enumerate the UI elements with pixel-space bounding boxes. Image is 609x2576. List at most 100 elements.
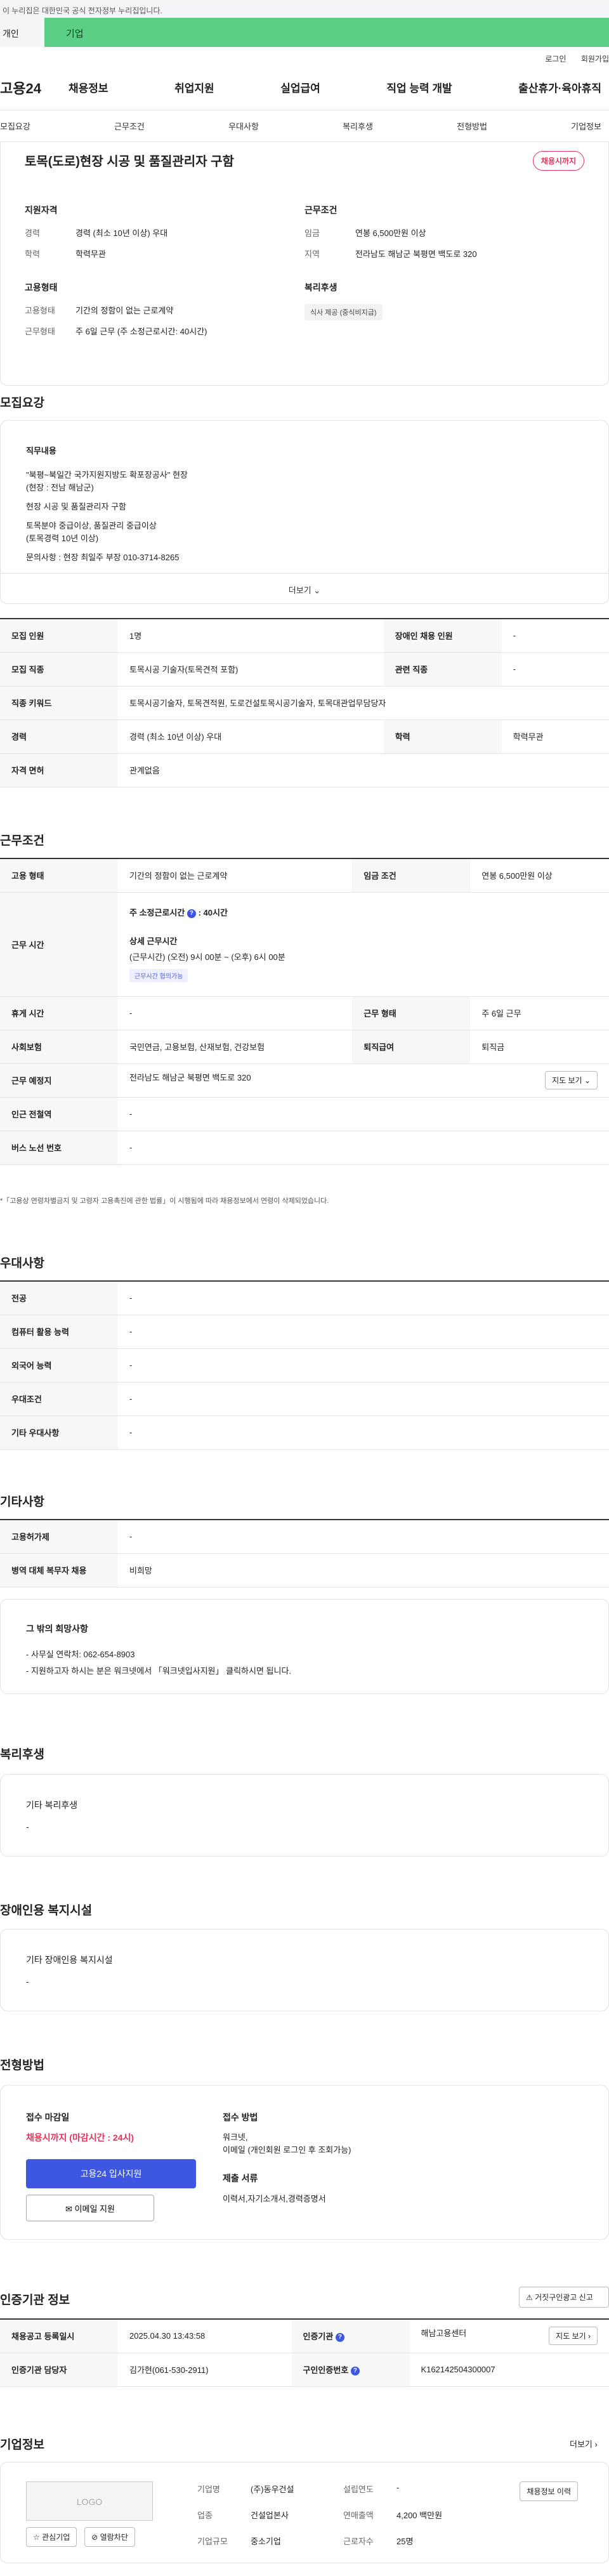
disabled-title: 장애인용 복지시설 (0, 1904, 93, 1917)
hours-detail-value: (근무시간) (오전) 9시 00분 ~ (오후) 6시 00분 (129, 952, 285, 962)
anchor-company[interactable]: 기업정보 (571, 120, 601, 132)
recruit-title: 모집요강 (0, 397, 44, 410)
table-row: 외국어 능력 - (0, 1348, 609, 1383)
table-row: 모집 직종 토목시공 기술자(토목견적 포함) 관련 직종 - (0, 652, 609, 687)
more-button[interactable]: 더보기 ⌄ (1, 573, 608, 603)
emp-type-value: 기간의 정함이 없는 근로계약 (75, 306, 174, 315)
util-links: 로그인 회원가입 (0, 47, 609, 65)
tab-person[interactable]: 개인 (0, 18, 44, 47)
anchor-work[interactable]: 근무조건 (114, 120, 145, 132)
other-wish-box: 그 밖의 희망사항 - 사무실 연락처: 062-654-8903 - 지원하고… (0, 1599, 609, 1694)
table-row: 사회보험 국민연금, 고용보험, 산재보험, 건강보험 퇴직급여 퇴직금 (0, 1030, 609, 1064)
tab-company[interactable]: 기업 (44, 18, 609, 47)
chevron-right-icon: › (588, 2332, 591, 2341)
table-row: 직종 키워드 토목시공기술자, 토목견적원, 도로건설토목시공기술자, 토목대관업… (0, 686, 609, 720)
table-row: 근무 예정지 전라남도 해남군 북평면 백도로 320 지도 보기 ⌄ (0, 1063, 609, 1098)
etc-title: 기타사항 (0, 1495, 44, 1509)
method-value: 워크넷, (223, 2132, 248, 2142)
join-link[interactable]: 회원가입 (581, 55, 609, 63)
logo[interactable]: 고용24 (0, 77, 69, 98)
method-label: 접수 방법 (223, 2112, 258, 2122)
nav-item-unemployment-benefit[interactable]: 실업급여 (280, 79, 320, 95)
nav-item-jobs[interactable]: 채용정보 (69, 79, 108, 95)
map-button[interactable]: 지도 보기 › (549, 2327, 598, 2346)
org-value: 해남고용센터 (421, 2329, 467, 2339)
anchor-process[interactable]: 전형방법 (457, 120, 487, 132)
report-icon: ⚠ (526, 2293, 533, 2302)
job-history-button[interactable]: 채용정보 이력 (520, 2481, 578, 2501)
apply-button[interactable]: 고용24 입사지원 (26, 2159, 196, 2188)
table-row: 휴게 시간 - 근무 형태 주 6일 근무 (0, 996, 609, 1030)
company-info-grid: 기업명 (주)동우건설 설립연도 - 업종 건설업본사 연매출액 4,200 백만원 기… (197, 2483, 443, 2546)
cert-table: 채용공고 등록일시 2025.04.30 13:43:58 인증기관 ? 해남고용… (0, 2318, 609, 2387)
report-button[interactable]: ⚠ 거짓구인광고 신고 (519, 2287, 609, 2308)
company-box: LOGO ☆ 관심기업 ⊘ 열람차단 기업명 (주)동우건설 설립연도 - 업종 건설… (0, 2462, 609, 2563)
method-value: 이메일 (개인회원 로그인 후 조회가능) (223, 2145, 351, 2155)
qualification-heading: 지원자격 (25, 205, 58, 215)
table-row: 인증기관 담당자 김가현(061-530-2911) 구인인증번호 ? K1621… (0, 2353, 609, 2387)
welfare-box: 기타 복리후생 - (0, 1774, 609, 1856)
job-desc-line: 문의사항 : 현장 최일주 부장 010-3714-8265 (26, 553, 180, 562)
map-button[interactable]: 지도 보기 ⌄ (545, 1071, 598, 1089)
table-row: 고용허가제 - (0, 1519, 609, 1554)
table-row: 기타 우대사항 - (0, 1416, 609, 1450)
work-form-label: 근무형태 (25, 327, 55, 336)
emp-type-label: 고용형태 (25, 306, 55, 315)
anchor-pref[interactable]: 우대사항 (228, 120, 259, 132)
disabled-box: 기타 장애인용 복지시설 - (0, 1929, 609, 2011)
wage-value: 연봉 6,500만원 이상 (355, 228, 426, 238)
email-apply-button[interactable]: ✉ 이메일 지원 (26, 2195, 154, 2221)
gov-banner: 이 누리집은 대한민국 공식 전자정부 누리집입니다. (0, 0, 609, 18)
login-link[interactable]: 로그인 (545, 55, 566, 63)
deadline-badge: 채용시까지 (532, 151, 584, 171)
mail-icon: ✉ (65, 2204, 72, 2214)
company-logo: LOGO (26, 2481, 153, 2521)
condition-heading: 근무조건 (304, 205, 337, 215)
main-nav: 고용24 채용정보 취업지원 실업급여 직업 능력 개발 출산휴가·육아휴직 (0, 65, 609, 110)
welfare-label: 기타 복리후생 (26, 1800, 78, 1810)
help-icon[interactable]: ? (335, 2332, 344, 2342)
help-icon[interactable]: ? (350, 2366, 360, 2376)
table-row: 자격 면허 관계없음 (0, 753, 609, 787)
page: 이 누리집은 대한민국 공식 전자정부 누리집입니다. 개인 기업 로그인 회원… (0, 0, 609, 2576)
edu-value: 학력무관 (75, 249, 106, 259)
work-form-value: 주 6일 근무 (주 소정근로시간: 40시간) (75, 327, 207, 336)
job-desc-label: 직무내용 (26, 446, 56, 456)
edu-label: 학력 (25, 249, 40, 259)
anchor-welfare[interactable]: 복리후생 (343, 120, 373, 132)
process-title: 전형방법 (0, 2059, 44, 2072)
anchor-tabs: 모집요강 근무조건 우대사항 복리후생 전형방법 기업정보 (0, 110, 609, 142)
disabled-label: 기타 장애인용 복지시설 (26, 1955, 113, 1965)
age-note: *「고용상 연령차별금지 및 고령자 고용촉진에 관한 법률」이 시행됨에 따라… (0, 1197, 329, 1205)
pref-table: 전공 - 컴퓨터 활용 능력 - 외국어 능력 - 우대조건 - 기타 우대사항 - (0, 1280, 609, 1450)
anchor-recruit[interactable]: 모집요강 (0, 120, 30, 132)
welfare-heading: 복리후생 (304, 282, 337, 292)
table-row: 경력 경력 (최소 10년 이상) 우대 학력 학력무관 (0, 720, 609, 754)
table-row: 병역 대체 복무자 채용 비희망 (0, 1553, 609, 1587)
docs-value: 이력서,자기소개서,경력증명서 (223, 2194, 326, 2204)
member-tabs: 개인 기업 (0, 18, 609, 47)
chevron-down-icon: ⌄ (313, 586, 321, 595)
nav-item-employment-support[interactable]: 취업지원 (174, 79, 214, 95)
nav-item-job-training[interactable]: 직업 능력 개발 (386, 79, 452, 95)
company-more-link[interactable]: 더보기 › (570, 2438, 598, 2450)
hours-chip: 근무시간 협의가능 (129, 969, 188, 982)
weekly-hours: 주 소정근로시간 ? : 40시간 (129, 908, 228, 918)
cert-title: 인증기관 정보 (0, 2294, 70, 2307)
table-row: 고용 형태 기간의 정함이 없는 근로계약 임금 조건 연봉 6,500만원 이상 (0, 858, 609, 893)
summary-card: 토목(도로)현장 시공 및 품질관리자 구함 채용시까지 지원자격 경력 경력 (… (0, 142, 609, 386)
nav-item-maternity-leave[interactable]: 출산휴가·육아휴직 (518, 79, 601, 95)
favorite-button[interactable]: ☆ 관심기업 (26, 2527, 77, 2547)
table-row: 컴퓨터 활용 능력 - (0, 1315, 609, 1349)
help-icon[interactable]: ? (187, 909, 196, 918)
block-button[interactable]: ⊘ 열람차단 (84, 2527, 135, 2547)
star-icon: ☆ (33, 2533, 40, 2542)
deadline-label: 접수 마감일 (26, 2112, 70, 2122)
table-row: 버스 노선 번호 - (0, 1131, 609, 1165)
process-box: 접수 마감일 채용시까지 (마감시간 : 24시) 고용24 입사지원 ✉ 이메… (0, 2085, 609, 2240)
block-icon: ⊘ (91, 2533, 98, 2542)
table-row: 모집 인원 1명 장애인 채용 인원 - (0, 618, 609, 653)
employment-heading: 고용형태 (25, 282, 58, 292)
job-title: 토목(도로)현장 시공 및 품질관리자 구함 (25, 155, 234, 169)
region-label: 지역 (304, 249, 320, 259)
